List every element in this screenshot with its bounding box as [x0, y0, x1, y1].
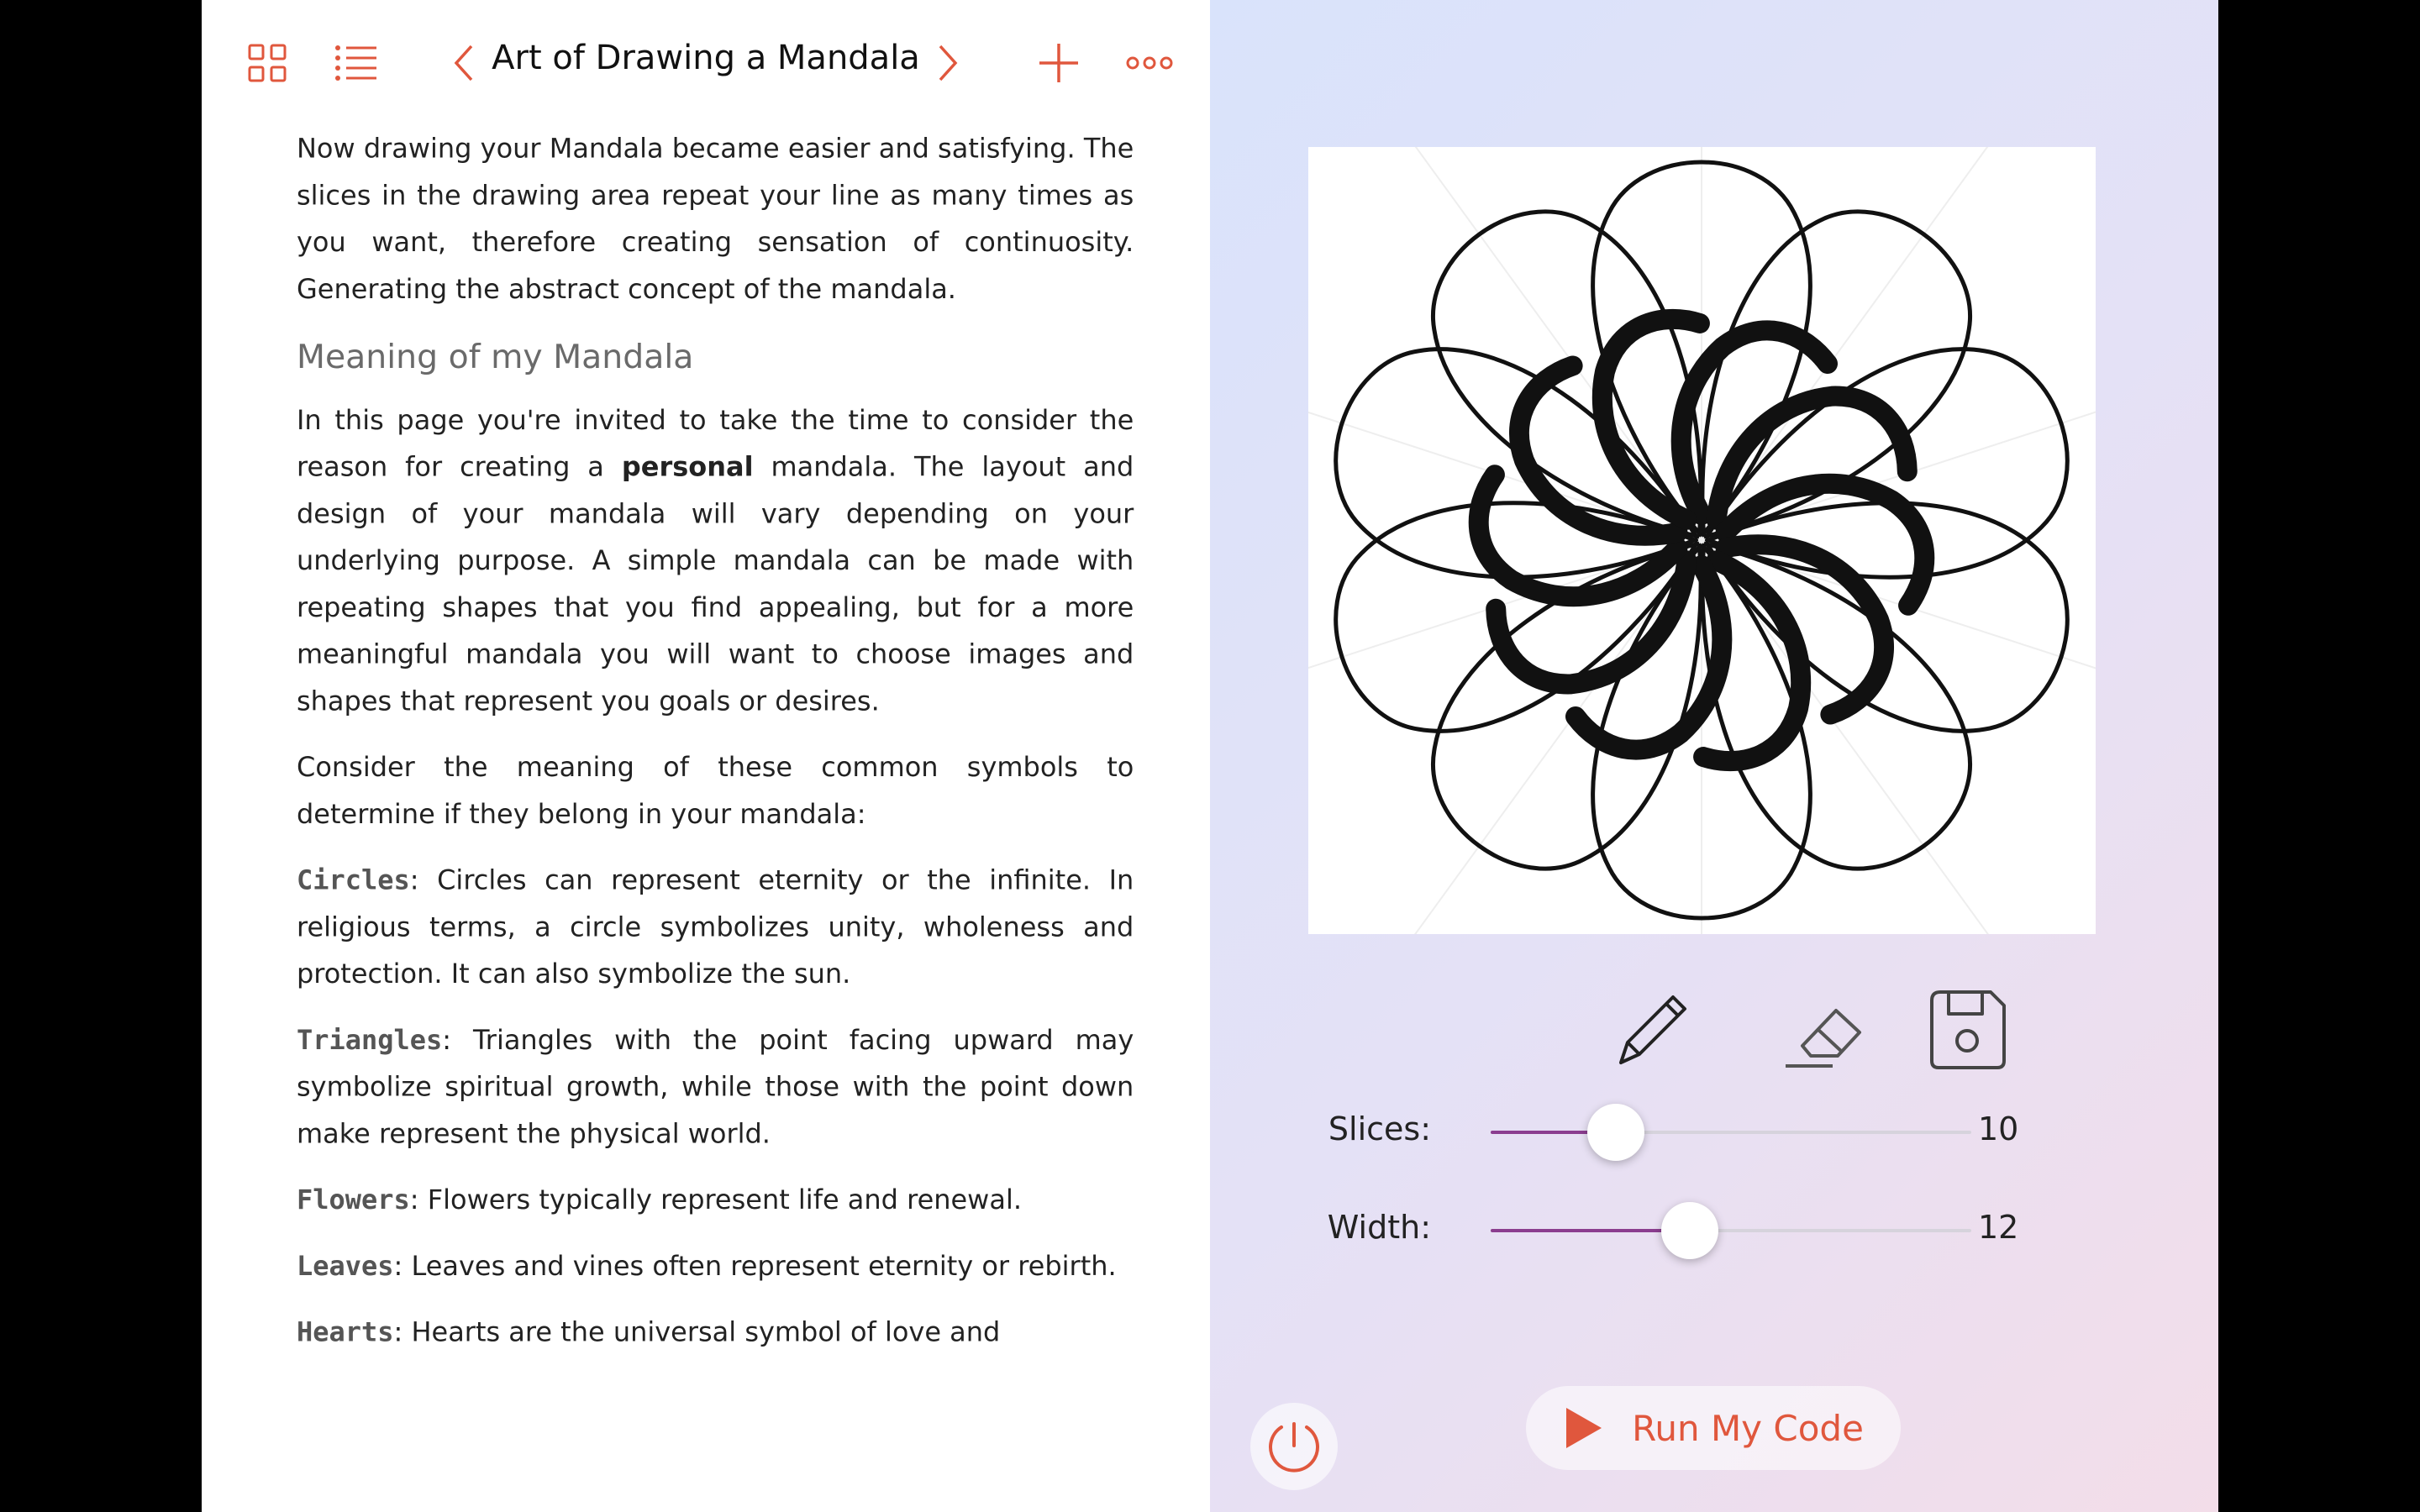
- symbol-paragraph-hearts: Hearts: Hearts are the universal symbol …: [297, 1310, 1134, 1357]
- plus-icon[interactable]: [1034, 38, 1084, 88]
- purpose-paragraph: In this page you're invited to take the …: [297, 397, 1134, 725]
- paragraph-text: mandala. The layout and design of your m…: [297, 451, 1134, 717]
- width-value: 12: [1978, 1209, 2019, 1246]
- pencil-icon[interactable]: [1605, 983, 1697, 1075]
- live-view-pane: Slices: 10 Width: 12 Run My Code: [1173, 0, 2230, 1512]
- emphasis-text: personal: [621, 451, 754, 483]
- slices-slider: Slices: 10: [1210, 1099, 2218, 1166]
- symbol-paragraph-flowers: Flowers: Flowers typically represent lif…: [297, 1177, 1134, 1224]
- slider-thumb[interactable]: [1661, 1202, 1719, 1259]
- intro-paragraph: Now drawing your Mandala became easier a…: [297, 134, 1134, 306]
- symbol-paragraph-triangles: Triangles: Triangles with the point faci…: [297, 1017, 1134, 1158]
- document-pane: Art of Drawing a Mandala Now drawing you…: [202, 0, 1210, 1512]
- symbol-name: Flowers: [297, 1184, 410, 1216]
- save-icon[interactable]: [1921, 983, 2013, 1075]
- chevron-right-icon[interactable]: [923, 38, 973, 88]
- timer-button[interactable]: [1250, 1403, 1338, 1490]
- run-label: Run My Code: [1632, 1407, 1864, 1449]
- slider-track[interactable]: [1491, 1104, 1971, 1161]
- width-slider: Width: 12: [1210, 1197, 2218, 1264]
- symbol-name: Hearts: [297, 1316, 394, 1348]
- symbol-name: Triangles: [297, 1025, 443, 1056]
- slices-label: Slices:: [1328, 1110, 1431, 1147]
- document-body: Now drawing your Mandala became easier a…: [297, 126, 1134, 1375]
- timer-icon: [1269, 1422, 1319, 1473]
- symbol-text: : Hearts are the universal symbol of lov…: [393, 1316, 1001, 1348]
- symbol-text: : Flowers typically represent life and r…: [409, 1184, 1022, 1216]
- eraser-icon[interactable]: [1777, 983, 1870, 1075]
- slider-thumb[interactable]: [1586, 1104, 1644, 1161]
- section-heading: Meaning of my Mandala: [297, 337, 694, 376]
- run-my-code-button[interactable]: Run My Code: [1526, 1386, 1901, 1470]
- more-icon[interactable]: [1124, 38, 1175, 88]
- symbols-intro-paragraph: Consider the meaning of these common sym…: [297, 752, 1134, 831]
- slices-value: 10: [1978, 1110, 2019, 1147]
- width-label: Width:: [1327, 1209, 1431, 1246]
- symbol-name: Leaves: [297, 1251, 394, 1282]
- app-window: Art of Drawing a Mandala Now drawing you…: [202, 0, 2230, 1512]
- symbol-paragraph-circles: Circles: Circles can represent eternity …: [297, 858, 1134, 998]
- drawing-canvas[interactable]: [1173, 0, 2230, 1095]
- symbol-paragraph-leaves: Leaves: Leaves and vines often represent…: [297, 1243, 1134, 1290]
- slider-fill: [1491, 1229, 1691, 1232]
- symbol-text: : Circles can represent eternity or the …: [297, 864, 1134, 990]
- drawing-tools: [1210, 983, 2218, 1075]
- symbol-name: Circles: [297, 864, 410, 896]
- slider-track[interactable]: [1491, 1202, 1971, 1259]
- toolbar: Art of Drawing a Mandala: [202, 0, 1210, 126]
- mandala-drawing: [1173, 0, 2230, 1095]
- play-icon: [1566, 1408, 1602, 1448]
- symbol-text: : Leaves and vines often represent etern…: [393, 1251, 1117, 1282]
